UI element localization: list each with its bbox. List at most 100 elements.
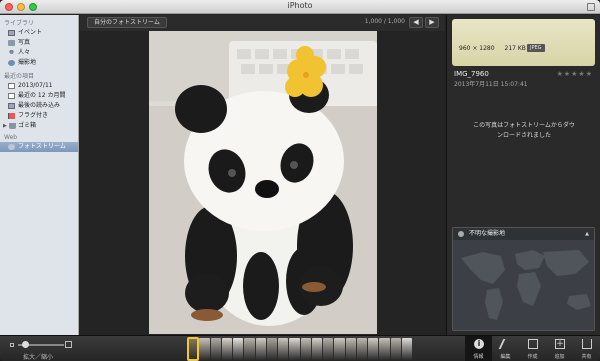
iphoto-window: iPhoto ライブラリ イベント 写真 人々 撮影地 最近の項目 2013/0… <box>0 0 600 361</box>
sidebar-item-trash[interactable]: ▶ ゴミ箱 <box>0 121 78 131</box>
photo-viewer: 自分のフォトストリーム 1,000 / 1,000 ◀ ▶ <box>80 15 445 335</box>
add-button[interactable]: + 追加 <box>546 336 573 361</box>
info-panel: 960 × 1280 217 KB JPEG IMG_7960 ★★★★★ 20… <box>446 15 600 335</box>
photo-counter: 1,000 / 1,000 <box>364 18 405 25</box>
filmstrip-thumbnail[interactable] <box>311 338 322 360</box>
flag-icon <box>8 113 15 119</box>
tool-label: 作成 <box>527 354 538 360</box>
zoom-slider[interactable] <box>10 340 72 350</box>
zoom-label: 拡大／縮小 <box>23 354 54 361</box>
title-bar: iPhoto <box>0 0 600 14</box>
photostream-icon <box>8 144 15 150</box>
photo-meta-row: 960 × 1280 217 KB <box>459 45 534 52</box>
filmstrip-thumbnail[interactable] <box>199 338 210 360</box>
tool-label: 追加 <box>554 354 565 360</box>
filmstrip-thumbnail[interactable] <box>278 338 289 360</box>
photostream-note: この写真はフォトストリームからダウ ンロードされました <box>457 121 591 141</box>
filmstrip-thumbnail[interactable] <box>266 338 277 360</box>
source-list-sidebar: ライブラリ イベント 写真 人々 撮影地 最近の項目 2013/07/11 最近… <box>0 15 79 335</box>
panda-plush-photo <box>149 31 377 334</box>
arrow-right-icon: ▶ <box>429 18 435 26</box>
sidebar-item-label: 2013/07/11 <box>18 82 53 89</box>
previous-photo-button[interactable]: ◀ <box>409 17 423 28</box>
filmstrip-thumbnail[interactable] <box>390 338 401 360</box>
sidebar-item-events[interactable]: イベント <box>0 28 78 38</box>
filmstrip-thumbnail[interactable] <box>210 338 221 360</box>
photostream-note-line: ンロードされました <box>496 132 551 139</box>
filmstrip-thumbnail[interactable] <box>300 338 311 360</box>
sidebar-item-last-import[interactable]: 最後の読み込み <box>0 101 78 111</box>
disclosure-triangle-icon[interactable]: ▶ <box>3 121 7 131</box>
filmstrip-thumbnail[interactable] <box>401 338 412 360</box>
fullscreen-icon[interactable] <box>587 3 595 11</box>
zoom-out-icon <box>10 343 14 347</box>
viewer-toolbar: 自分のフォトストリーム 1,000 / 1,000 ◀ ▶ <box>80 15 445 31</box>
sidebar-item-faces[interactable]: 人々 <box>0 48 78 58</box>
create-icon <box>528 339 538 349</box>
filmstrip-thumbnail[interactable] <box>255 338 266 360</box>
sidebar-section-library: ライブラリ <box>4 20 35 27</box>
photo-title[interactable]: IMG_7960 <box>454 70 489 78</box>
filmstrip-thumbnail[interactable] <box>244 338 255 360</box>
collapse-triangle-icon[interactable]: ▲ <box>585 228 589 240</box>
world-map[interactable] <box>453 240 595 331</box>
sidebar-section-recent: 最近の項目 <box>4 73 35 80</box>
window-title: iPhoto <box>287 1 313 10</box>
edit-icon <box>498 339 514 349</box>
filmstrip[interactable] <box>186 337 412 361</box>
filmstrip-thumbnail[interactable] <box>289 338 300 360</box>
sidebar-item-label: 最近の 12 カ月間 <box>18 92 66 99</box>
calendar-icon <box>8 93 15 99</box>
import-icon <box>8 103 15 109</box>
sidebar-item-label: 最後の読み込み <box>18 102 61 109</box>
edit-button[interactable]: 編集 <box>492 336 519 361</box>
sidebar-item-label: 撮影地 <box>18 59 37 66</box>
filmstrip-thumbnail[interactable] <box>186 337 200 361</box>
sidebar-item-photos[interactable]: 写真 <box>0 38 78 48</box>
sidebar-item-label: 写真 <box>18 39 31 46</box>
filmstrip-thumbnail[interactable] <box>368 338 379 360</box>
trash-icon <box>9 123 16 129</box>
zoom-slider-knob[interactable] <box>21 341 29 348</box>
sidebar-item-label: ゴミ箱 <box>18 122 37 129</box>
calendar-icon <box>8 83 15 89</box>
places-icon <box>8 60 15 66</box>
sidebar-item-label: フラグ付き <box>18 112 49 119</box>
tool-label: 編集 <box>500 354 511 360</box>
info-icon: i <box>474 339 484 349</box>
location-panel: 不明な撮影地 ▲ <box>452 227 595 331</box>
share-button[interactable]: 共有 <box>573 336 600 361</box>
sidebar-item-date[interactable]: 2013/07/11 <box>0 81 78 91</box>
faces-icon <box>8 50 15 56</box>
my-photostream-button[interactable]: 自分のフォトストリーム <box>87 17 167 28</box>
filmstrip-thumbnail[interactable] <box>334 338 345 360</box>
filmstrip-thumbnail[interactable] <box>233 338 244 360</box>
arrow-left-icon: ◀ <box>413 18 419 26</box>
filmstrip-thumbnail[interactable] <box>345 338 356 360</box>
filmstrip-thumbnail[interactable] <box>323 338 334 360</box>
filmstrip-thumbnail[interactable] <box>356 338 367 360</box>
filmstrip-thumbnail[interactable] <box>379 338 390 360</box>
photostream-note-line: この写真はフォトストリームからダウ <box>473 122 575 129</box>
photo-file-size: 217 KB <box>504 45 526 52</box>
filmstrip-thumbnail[interactable] <box>221 338 232 360</box>
sidebar-item-label: 人々 <box>18 49 31 56</box>
sidebar-section-web: Web <box>4 134 18 141</box>
sidebar-item-photostream[interactable]: フォトストリーム <box>0 142 78 152</box>
location-header[interactable]: 不明な撮影地 ▲ <box>453 228 594 240</box>
main-photo[interactable] <box>149 31 377 334</box>
events-icon <box>8 30 15 36</box>
create-button[interactable]: 作成 <box>519 336 546 361</box>
rating-stars[interactable]: ★★★★★ <box>557 70 593 78</box>
sidebar-item-places[interactable]: 撮影地 <box>0 58 78 68</box>
bottom-toolbar: 拡大／縮小 i 情報 編集 作成 + 追加 共有 <box>0 335 600 361</box>
photo-info-card: 960 × 1280 217 KB JPEG <box>452 19 595 66</box>
sidebar-item-label: イベント <box>18 29 43 36</box>
info-button[interactable]: i 情報 <box>465 336 492 361</box>
location-title: 不明な撮影地 <box>469 230 506 237</box>
photos-icon <box>8 40 15 46</box>
sidebar-item-last-12-months[interactable]: 最近の 12 カ月間 <box>0 91 78 101</box>
next-photo-button[interactable]: ▶ <box>425 17 439 28</box>
share-icon <box>582 339 592 349</box>
sidebar-item-flagged[interactable]: フラグ付き <box>0 111 78 121</box>
